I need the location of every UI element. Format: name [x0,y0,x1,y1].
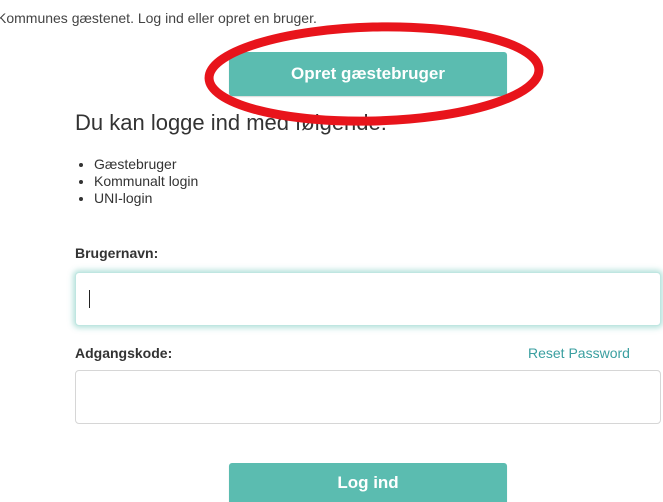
username-input[interactable] [75,272,661,326]
login-methods-list: Gæstebruger Kommunalt login UNI-login [75,156,198,207]
reset-password-link[interactable]: Reset Password [528,345,630,361]
login-options-heading: Du kan logge ind med følgende: [75,110,387,135]
username-label: Brugernavn: [75,245,159,261]
password-label: Adgangskode: [75,345,173,361]
intro-text: Kommunes gæstenet. Log ind eller opret e… [0,10,317,26]
login-method-item: Gæstebruger [94,156,198,173]
text-cursor [89,290,90,308]
create-guest-user-button[interactable]: Opret gæstebruger [229,52,507,96]
login-button[interactable]: Log ind [229,463,507,502]
login-method-item: UNI-login [94,190,198,207]
password-input[interactable] [75,370,661,424]
login-method-item: Kommunalt login [94,173,198,190]
